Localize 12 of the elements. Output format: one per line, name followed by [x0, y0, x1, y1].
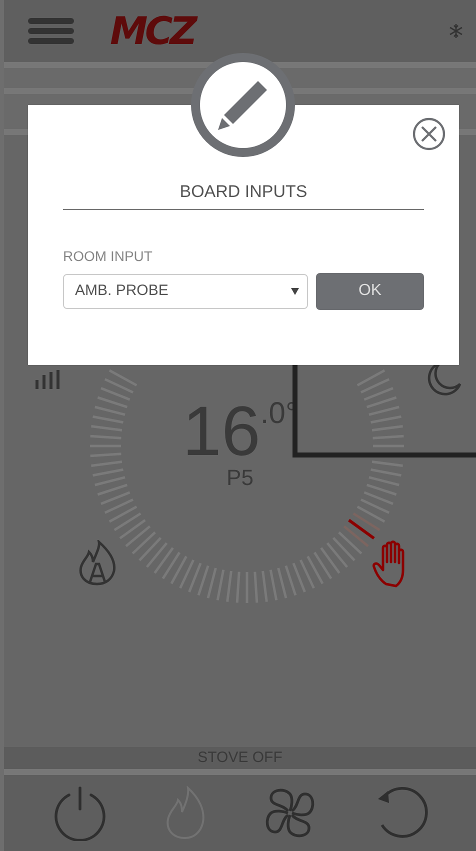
close-button[interactable]: [412, 117, 446, 151]
dialog-title: BOARD INPUTS: [63, 179, 424, 210]
ok-button[interactable]: OK: [316, 272, 424, 310]
room-input-select[interactable]: AMB. PROBE: [63, 274, 308, 308]
field-label: ROOM INPUT: [63, 246, 154, 266]
power-icon[interactable]: [52, 785, 108, 841]
pencil-icon: [216, 78, 270, 132]
snowflake-icon: [448, 23, 464, 39]
logo: MCZ: [110, 12, 194, 50]
close-icon: [412, 117, 446, 151]
menu-icon[interactable]: [28, 18, 74, 44]
caret-icon: [291, 288, 299, 294]
